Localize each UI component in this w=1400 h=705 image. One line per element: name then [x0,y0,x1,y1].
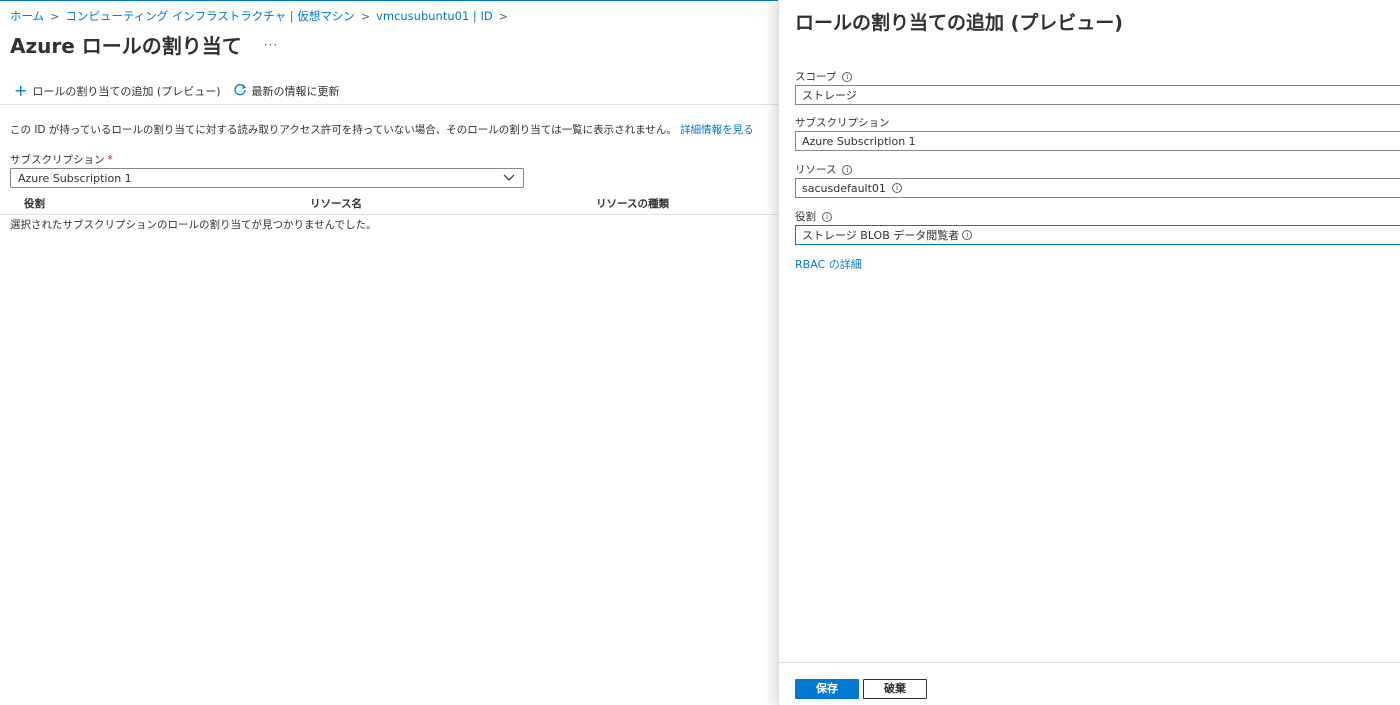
learn-more-link[interactable]: 詳細情報を見る [680,124,754,136]
role-assignments-blade: ホーム > コンピューティング インフラストラクチャ | 仮想マシン > vmc… [0,0,778,705]
scope-label-text: スコープ [795,71,837,83]
empty-table-message: 選択されたサブスクリプションのロールの割り当てが見つかりませんでした。 [10,219,377,231]
chevron-right-icon: > [498,9,508,23]
more-options-button[interactable]: ··· [264,38,278,52]
page-title-text: Azure ロールの割り当て [10,34,242,58]
chevron-right-icon: > [360,9,371,23]
add-role-assignment-panel: ロールの割り当ての追加 (プレビュー) スコープ i ストレージ サブスクリプシ… [778,0,1400,705]
scope-dropdown[interactable]: ストレージ [795,85,1400,105]
info-icon[interactable]: i [962,230,973,240]
info-icon[interactable]: i [842,164,853,175]
panel-subscription-label-text: サブスクリプション [795,117,890,129]
panel-subscription-dropdown[interactable]: Azure Subscription 1 [795,131,1400,151]
chevron-right-icon: > [50,9,60,23]
panel-subscription-value: Azure Subscription 1 [802,134,916,148]
refresh-icon [233,83,247,100]
column-header-resource-type[interactable]: リソースの種類 [596,196,669,211]
subscription-label: サブスクリプション * [10,152,113,167]
column-header-resource-name[interactable]: リソース名 [310,196,362,211]
breadcrumb-vm-identity[interactable]: vmcusubuntu01 | ID [376,9,493,23]
panel-subscription-label: サブスクリプション [795,115,890,130]
resource-label: リソース i [795,162,853,177]
info-icon[interactable]: i [891,183,902,193]
subscription-dropdown-value: Azure Subscription 1 [18,172,132,185]
role-label-text: 役割 [795,211,816,223]
role-label: 役割 i [795,209,832,224]
plus-icon: + [14,81,28,100]
info-icon[interactable]: i [842,71,853,82]
chevron-down-icon [503,170,515,184]
table-header: 役割 リソース名 リソースの種類 [0,193,778,215]
page-title: Azure ロールの割り当て ··· [10,30,278,59]
toolbar: + ロールの割り当ての追加 (プレビュー) 最新の情報に更新 [14,80,352,102]
panel-title: ロールの割り当ての追加 (プレビュー) [795,12,1123,34]
info-icon[interactable]: i [822,211,832,222]
scope-label: スコープ i [795,69,853,84]
rbac-details-link[interactable]: RBAC の詳細 [795,256,862,272]
column-header-role[interactable]: 役割 [24,196,45,211]
add-role-assignment-button[interactable]: + ロールの割り当ての追加 (プレビュー) [14,83,221,99]
toolbar-divider [0,104,778,105]
refresh-label: 最新の情報に更新 [251,85,340,98]
discard-button[interactable]: 破棄 [863,679,927,699]
breadcrumb-virtual-machines[interactable]: コンピューティング インフラストラクチャ | 仮想マシン [65,8,354,24]
breadcrumb-home[interactable]: ホーム [10,8,44,24]
save-button[interactable]: 保存 [795,679,859,699]
role-dropdown[interactable]: ストレージ BLOB データ閲覧者 i [795,225,1400,245]
resource-dropdown[interactable]: sacusdefault01 i [795,178,1400,198]
required-marker: * [107,154,113,166]
info-message: この ID が持っているロールの割り当てに対する読み取りアクセス許可を持っていな… [10,122,754,137]
breadcrumb: ホーム > コンピューティング インフラストラクチャ | 仮想マシン > vmc… [10,8,514,24]
refresh-button[interactable]: 最新の情報に更新 [233,83,340,100]
role-dropdown-value: ストレージ BLOB データ閲覧者 [802,229,960,242]
footer-divider [779,662,1400,663]
resource-label-text: リソース [795,164,837,176]
subscription-label-text: サブスクリプション [10,154,105,166]
resource-dropdown-value: sacusdefault01 [802,181,886,195]
info-message-text: この ID が持っているロールの割り当てに対する読み取りアクセス許可を持っていな… [10,124,677,136]
subscription-dropdown[interactable]: Azure Subscription 1 [10,168,524,188]
add-role-assignment-label: ロールの割り当ての追加 (プレビュー) [32,85,221,98]
scope-dropdown-value: ストレージ [802,89,857,102]
